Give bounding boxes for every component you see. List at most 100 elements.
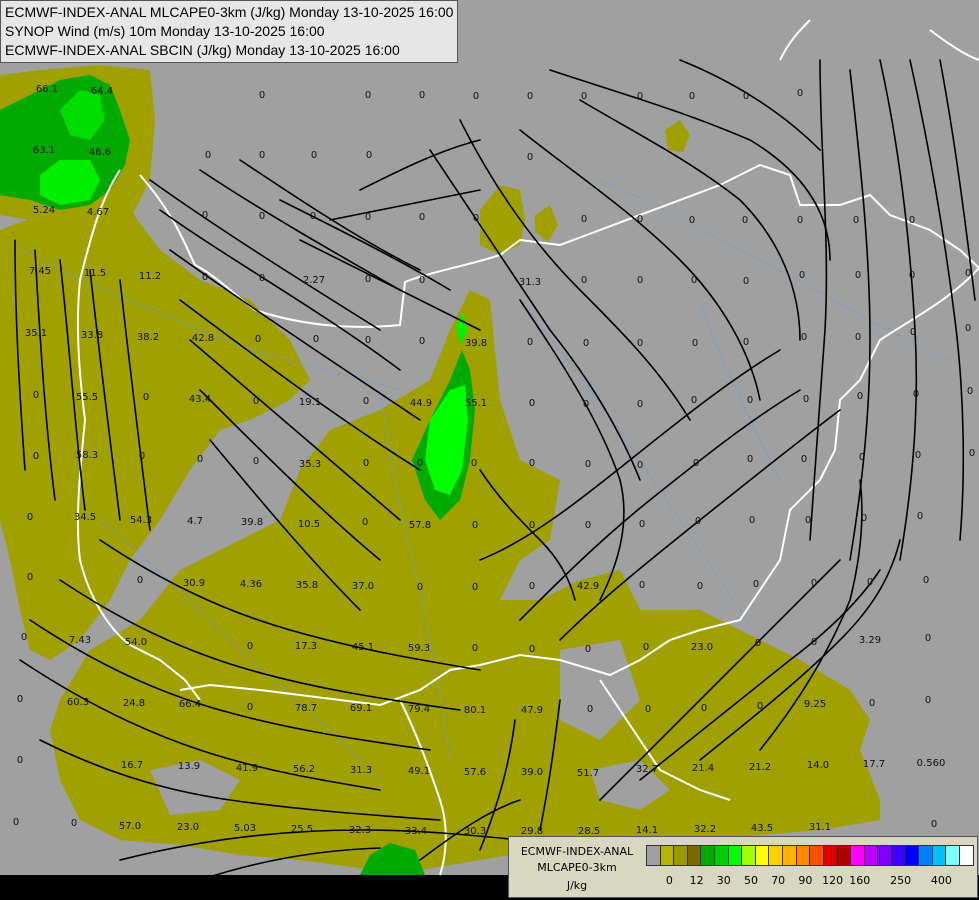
- value-label: 0: [645, 704, 651, 715]
- value-label: 31.1: [809, 822, 831, 833]
- value-label: 24.8: [123, 698, 145, 709]
- value-label: 0: [529, 644, 535, 655]
- legend-tick-label: 160: [849, 874, 871, 887]
- value-label: 34.5: [74, 512, 96, 523]
- value-label: 0: [797, 88, 803, 99]
- value-label: 0: [33, 451, 39, 462]
- value-label: 4.7: [187, 516, 203, 527]
- value-label: 0: [637, 214, 643, 225]
- value-label: 0: [471, 458, 477, 469]
- value-label: 0: [527, 91, 533, 102]
- value-label: 0: [417, 458, 423, 469]
- value-label: 0: [202, 210, 208, 221]
- value-label: 0: [143, 392, 149, 403]
- value-label: 7.43: [69, 635, 91, 646]
- value-label: 16.7: [121, 760, 143, 771]
- legend-tick-label: 120: [822, 874, 844, 887]
- value-label: 0: [692, 338, 698, 349]
- value-label: 0: [255, 334, 261, 345]
- value-label: 0: [855, 270, 861, 281]
- value-label: 21.2: [749, 762, 771, 773]
- value-label: 35.8: [296, 580, 318, 591]
- value-label: 79.4: [408, 704, 430, 715]
- value-label: 4.36: [240, 579, 262, 590]
- color-legend: ECMWF-INDEX-ANAL MLCAPE0-3km J/kg 0 12 30 5…: [508, 836, 978, 898]
- value-label: 0: [472, 520, 478, 531]
- title-cape-line: ECMWF-INDEX-ANAL MLCAPE0-3km (J/kg) Mond…: [5, 4, 454, 20]
- value-label: 0: [742, 215, 748, 226]
- value-label: 66.4: [179, 699, 201, 710]
- value-label: 0: [743, 337, 749, 348]
- value-label: 0: [913, 389, 919, 400]
- value-label: 38.2: [137, 332, 159, 343]
- value-label: 0: [749, 515, 755, 526]
- value-label: 0: [473, 91, 479, 102]
- value-label: 11.5: [84, 268, 106, 279]
- value-label: 49.1: [408, 766, 430, 777]
- value-label: 5.24: [33, 205, 55, 216]
- value-label: 0: [859, 452, 865, 463]
- value-label: 0: [202, 272, 208, 283]
- value-label: 0: [417, 582, 423, 593]
- value-label: 0: [365, 335, 371, 346]
- value-label: 46.6: [89, 147, 111, 158]
- value-label: 43.5: [751, 823, 773, 834]
- value-label: 0: [259, 90, 265, 101]
- value-label: 0: [909, 270, 915, 281]
- value-label: 7.45: [29, 266, 51, 277]
- value-label: 54.3: [130, 515, 152, 526]
- value-label: 0: [915, 450, 921, 461]
- value-label: 0: [313, 334, 319, 345]
- value-label: 0: [253, 396, 259, 407]
- value-label: 14.0: [807, 760, 829, 771]
- value-label: 0: [747, 454, 753, 465]
- value-label: 0: [310, 211, 316, 222]
- value-label: 44.9: [410, 398, 432, 409]
- value-label: 0: [925, 633, 931, 644]
- value-label: 0: [363, 396, 369, 407]
- value-label: 0: [247, 702, 253, 713]
- value-label: 66.1: [36, 84, 58, 95]
- value-label: 0: [587, 704, 593, 715]
- value-label: 0: [137, 575, 143, 586]
- value-label: 0: [701, 703, 707, 714]
- value-label: 17.7: [863, 759, 885, 770]
- title-cin-line: ECMWF-INDEX-ANAL SBCIN (J/kg) Monday 13-…: [5, 42, 400, 58]
- value-label: 32.3: [349, 825, 371, 836]
- value-label: 56.2: [293, 764, 315, 775]
- legend-tick-label: 70: [771, 874, 786, 887]
- value-label: 35.1: [25, 328, 47, 339]
- value-label: 0: [639, 519, 645, 530]
- map-canvas: 0 0 0 0 0 0 0 0 0 0 0 0 0 0 0 0 0 0 0 0 0 0 0 0 0 0 0 0 0 0 0 0 0 0 0 0 0 0 0 0…: [0, 0, 979, 900]
- value-label: 0: [13, 817, 19, 828]
- title-wind-line: SYNOP Wind (m/s) 10m Monday 13-10-2025 1…: [5, 23, 325, 39]
- value-label: 42.9: [577, 581, 599, 592]
- value-label: 0: [259, 273, 265, 284]
- value-label: 39.8: [241, 517, 263, 528]
- value-label: 0: [861, 513, 867, 524]
- value-label: 63.1: [33, 145, 55, 156]
- value-label: 0: [691, 395, 697, 406]
- value-label: 19.1: [299, 397, 321, 408]
- value-label: 23.0: [691, 642, 713, 653]
- legend-tick-label: 12: [689, 874, 704, 887]
- value-label: 0: [867, 577, 873, 588]
- value-label: 0: [27, 512, 33, 523]
- value-label: 0: [637, 399, 643, 410]
- value-label: 0: [637, 91, 643, 102]
- value-label: 0: [811, 637, 817, 648]
- value-label: 2.27: [303, 275, 325, 286]
- value-label: 30.3: [464, 826, 486, 837]
- value-label: 0: [747, 395, 753, 406]
- value-label: 0: [853, 215, 859, 226]
- value-label: 0: [909, 215, 915, 226]
- value-label: 55.1: [465, 398, 487, 409]
- value-label: 14.1: [636, 825, 658, 836]
- value-label: 31.3: [350, 765, 372, 776]
- value-label: 0: [757, 701, 763, 712]
- value-label: 58.3: [76, 450, 98, 461]
- value-label: 0: [259, 211, 265, 222]
- value-label: 21.4: [692, 763, 714, 774]
- value-label: 0: [585, 520, 591, 531]
- value-label: 0: [917, 511, 923, 522]
